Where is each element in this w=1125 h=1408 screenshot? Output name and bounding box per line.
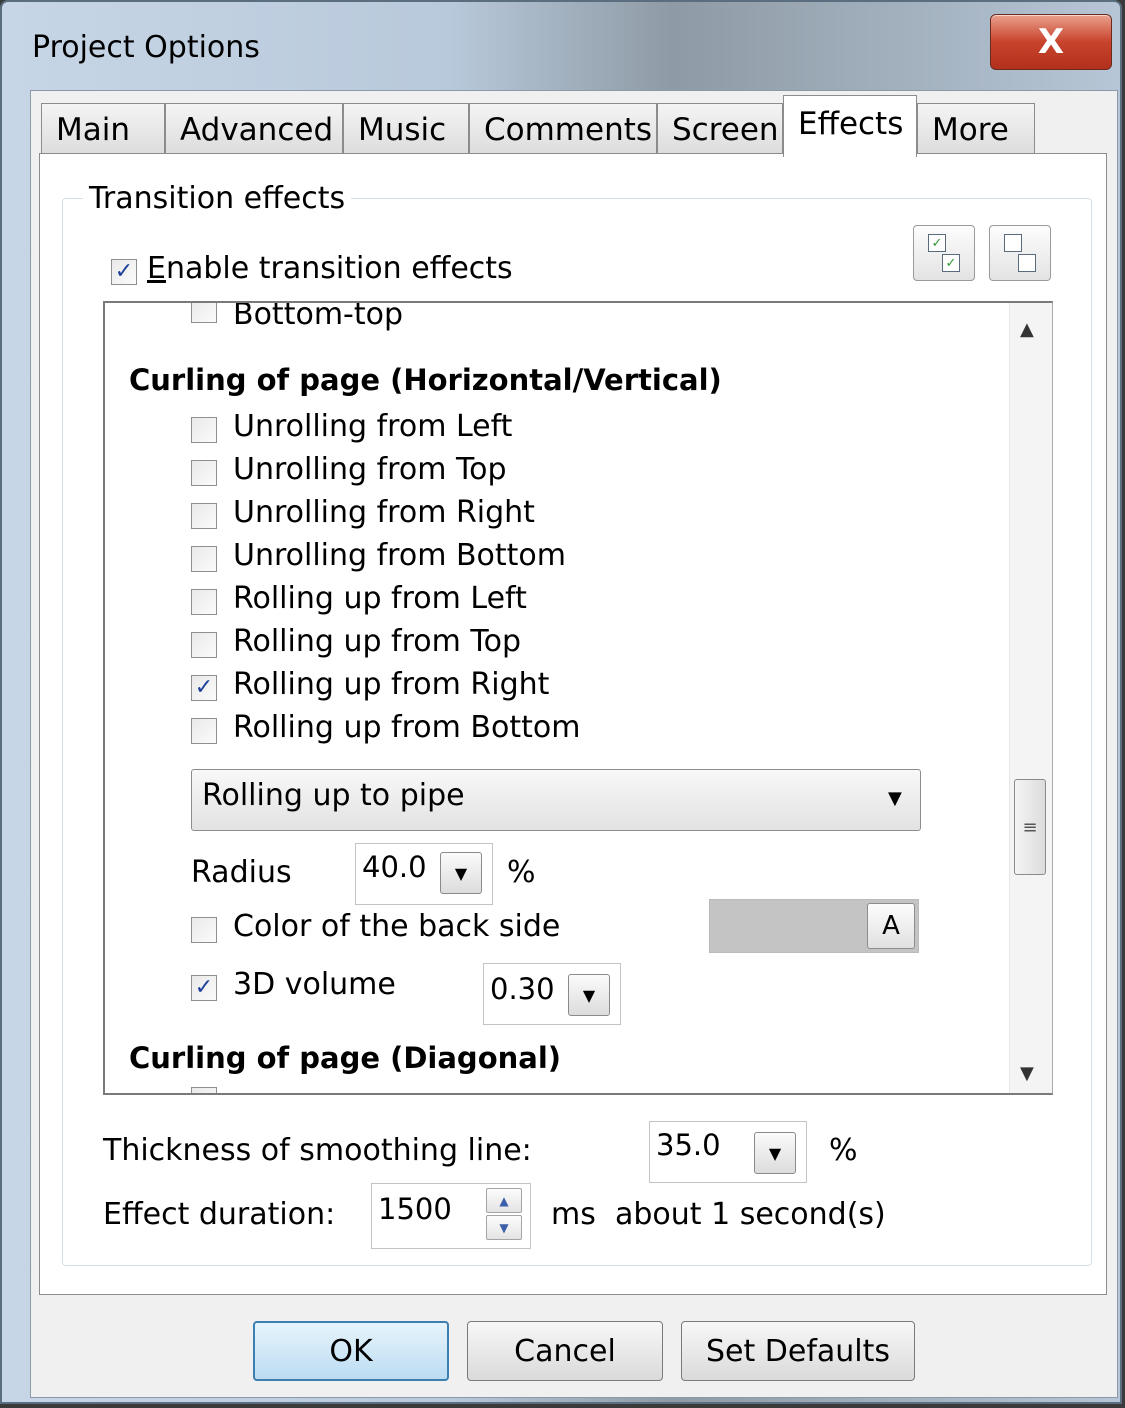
- effect-checkbox[interactable]: [191, 632, 217, 658]
- effects-tab-page: Transition effects ✓ Enable transition e…: [39, 153, 1107, 1295]
- tab-strip: Main Advanced Music Comments Screen Effe…: [41, 95, 1117, 157]
- effect-label: Rolling up from Left: [233, 581, 527, 616]
- volume-3d-combo[interactable]: 0.30 ▼: [483, 963, 621, 1025]
- tab-effects[interactable]: Effects: [783, 95, 917, 157]
- chevron-down-icon: ▼: [454, 863, 468, 883]
- smoothing-label: Thickness of smoothing line:: [103, 1133, 532, 1168]
- duration-unit: ms: [551, 1197, 596, 1232]
- smoothing-value[interactable]: 35.0: [656, 1128, 721, 1162]
- project-options-window: Project Options X Main Advanced Music Co…: [0, 0, 1122, 1404]
- tab-screen[interactable]: Screen: [657, 103, 783, 155]
- cancel-button[interactable]: Cancel: [467, 1321, 663, 1381]
- smoothing-unit: %: [829, 1133, 858, 1168]
- duration-spinbox[interactable]: 1500 ▲ ▼: [371, 1183, 531, 1249]
- smoothing-combo[interactable]: 35.0 ▼: [649, 1121, 807, 1183]
- effects-list[interactable]: Bottom-top Curling of page (Horizontal/V…: [103, 301, 1053, 1095]
- duration-hint: about 1 second(s): [615, 1197, 886, 1232]
- back-color-checkbox[interactable]: [191, 917, 217, 943]
- effect-checkbox[interactable]: [191, 589, 217, 615]
- check-all-icon-box: ✓: [942, 254, 960, 272]
- effect-checkbox[interactable]: [191, 503, 217, 529]
- effect-checkbox[interactable]: [191, 718, 217, 744]
- tab-comments[interactable]: Comments: [469, 103, 657, 155]
- curl-mode-value: Rolling up to pipe: [202, 778, 465, 813]
- section-header-horizontal: Curling of page (Horizontal/Vertical): [129, 363, 722, 397]
- group-title: Transition effects: [83, 181, 352, 216]
- effect-label: Unrolling from Left: [233, 409, 513, 444]
- radius-label: Radius: [191, 855, 292, 890]
- duration-label: Effect duration:: [103, 1197, 336, 1232]
- enable-transitions-text: nable transition effects: [165, 251, 513, 286]
- check-all-button[interactable]: ✓ ✓: [913, 225, 975, 281]
- effect-label: Bottom-top: [233, 301, 404, 332]
- tab-more[interactable]: More: [917, 103, 1035, 155]
- tab-music[interactable]: Music: [343, 103, 469, 155]
- back-color-label: Color of the back side: [233, 909, 561, 944]
- back-color-button[interactable]: A: [867, 903, 915, 949]
- effects-list-scrollbar[interactable]: ▲ ≡ ▼: [1009, 303, 1052, 1093]
- radius-combo[interactable]: 40.0 ▼: [355, 843, 493, 905]
- volume-3d-label: 3D volume: [233, 967, 396, 1002]
- uncheck-all-button[interactable]: [989, 225, 1051, 281]
- radius-dropdown-button[interactable]: ▼: [440, 852, 482, 894]
- enable-transitions-checkbox[interactable]: ✓: [111, 259, 137, 285]
- volume-3d-value[interactable]: 0.30: [490, 972, 555, 1006]
- effect-label: Unrolling from Right: [233, 495, 535, 530]
- spin-down-icon[interactable]: ▼: [486, 1215, 522, 1240]
- tab-main[interactable]: Main: [41, 103, 165, 155]
- window-title: Project Options: [32, 30, 260, 65]
- tab-advanced[interactable]: Advanced: [165, 103, 343, 155]
- effect-label: Rolling up from Right: [233, 667, 550, 702]
- section-header-diagonal: Curling of page (Diagonal): [129, 1041, 562, 1075]
- ok-button[interactable]: OK: [253, 1321, 449, 1381]
- scroll-up-icon[interactable]: ▲: [1020, 319, 1034, 340]
- effect-label: Unrolling from Bottom: [233, 538, 566, 573]
- duration-spin-buttons: ▲ ▼: [486, 1188, 526, 1242]
- effect-label: Unrolling from Top: [233, 452, 507, 487]
- grip-icon: ≡: [1022, 816, 1038, 838]
- title-bar[interactable]: Project Options X: [2, 2, 1120, 90]
- effect-checkbox[interactable]: [191, 1087, 217, 1093]
- chevron-down-icon: ▼: [888, 788, 902, 809]
- dialog-client-area: Main Advanced Music Comments Screen Effe…: [30, 90, 1118, 1398]
- radius-unit: %: [507, 855, 536, 890]
- effect-checkbox[interactable]: [191, 460, 217, 486]
- uncheck-all-icon: [1004, 234, 1022, 252]
- uncheck-all-icon-box: [1018, 254, 1036, 272]
- close-icon: X: [1037, 22, 1065, 62]
- volume-3d-checkbox[interactable]: ✓: [191, 975, 217, 1001]
- effect-label: Rolling up from Bottom: [233, 710, 581, 745]
- duration-value[interactable]: 1500: [378, 1192, 452, 1226]
- scroll-down-icon[interactable]: ▼: [1020, 1063, 1034, 1084]
- effect-checkbox[interactable]: [191, 546, 217, 572]
- set-defaults-button[interactable]: Set Defaults: [681, 1321, 915, 1381]
- volume-3d-dropdown-button[interactable]: ▼: [568, 974, 610, 1016]
- effect-checkbox[interactable]: [191, 303, 217, 323]
- radius-value[interactable]: 40.0: [362, 850, 427, 884]
- effect-label: Rolling up from Top: [233, 624, 522, 659]
- scroll-thumb[interactable]: ≡: [1014, 779, 1046, 875]
- transition-effects-group: Transition effects ✓ Enable transition e…: [62, 181, 1092, 1266]
- check-all-icon: ✓: [928, 234, 946, 252]
- accel-key: E: [147, 251, 166, 286]
- spin-up-icon[interactable]: ▲: [486, 1188, 522, 1213]
- effect-checkbox[interactable]: [191, 417, 217, 443]
- effect-checkbox[interactable]: ✓: [191, 675, 217, 701]
- close-button[interactable]: X: [990, 14, 1112, 70]
- smoothing-dropdown-button[interactable]: ▼: [754, 1132, 796, 1174]
- curl-mode-select[interactable]: Rolling up to pipe ▼: [191, 769, 921, 831]
- chevron-down-icon: ▼: [768, 1143, 782, 1163]
- chevron-down-icon: ▼: [582, 985, 596, 1005]
- enable-transitions-label[interactable]: Enable transition effects: [147, 251, 513, 286]
